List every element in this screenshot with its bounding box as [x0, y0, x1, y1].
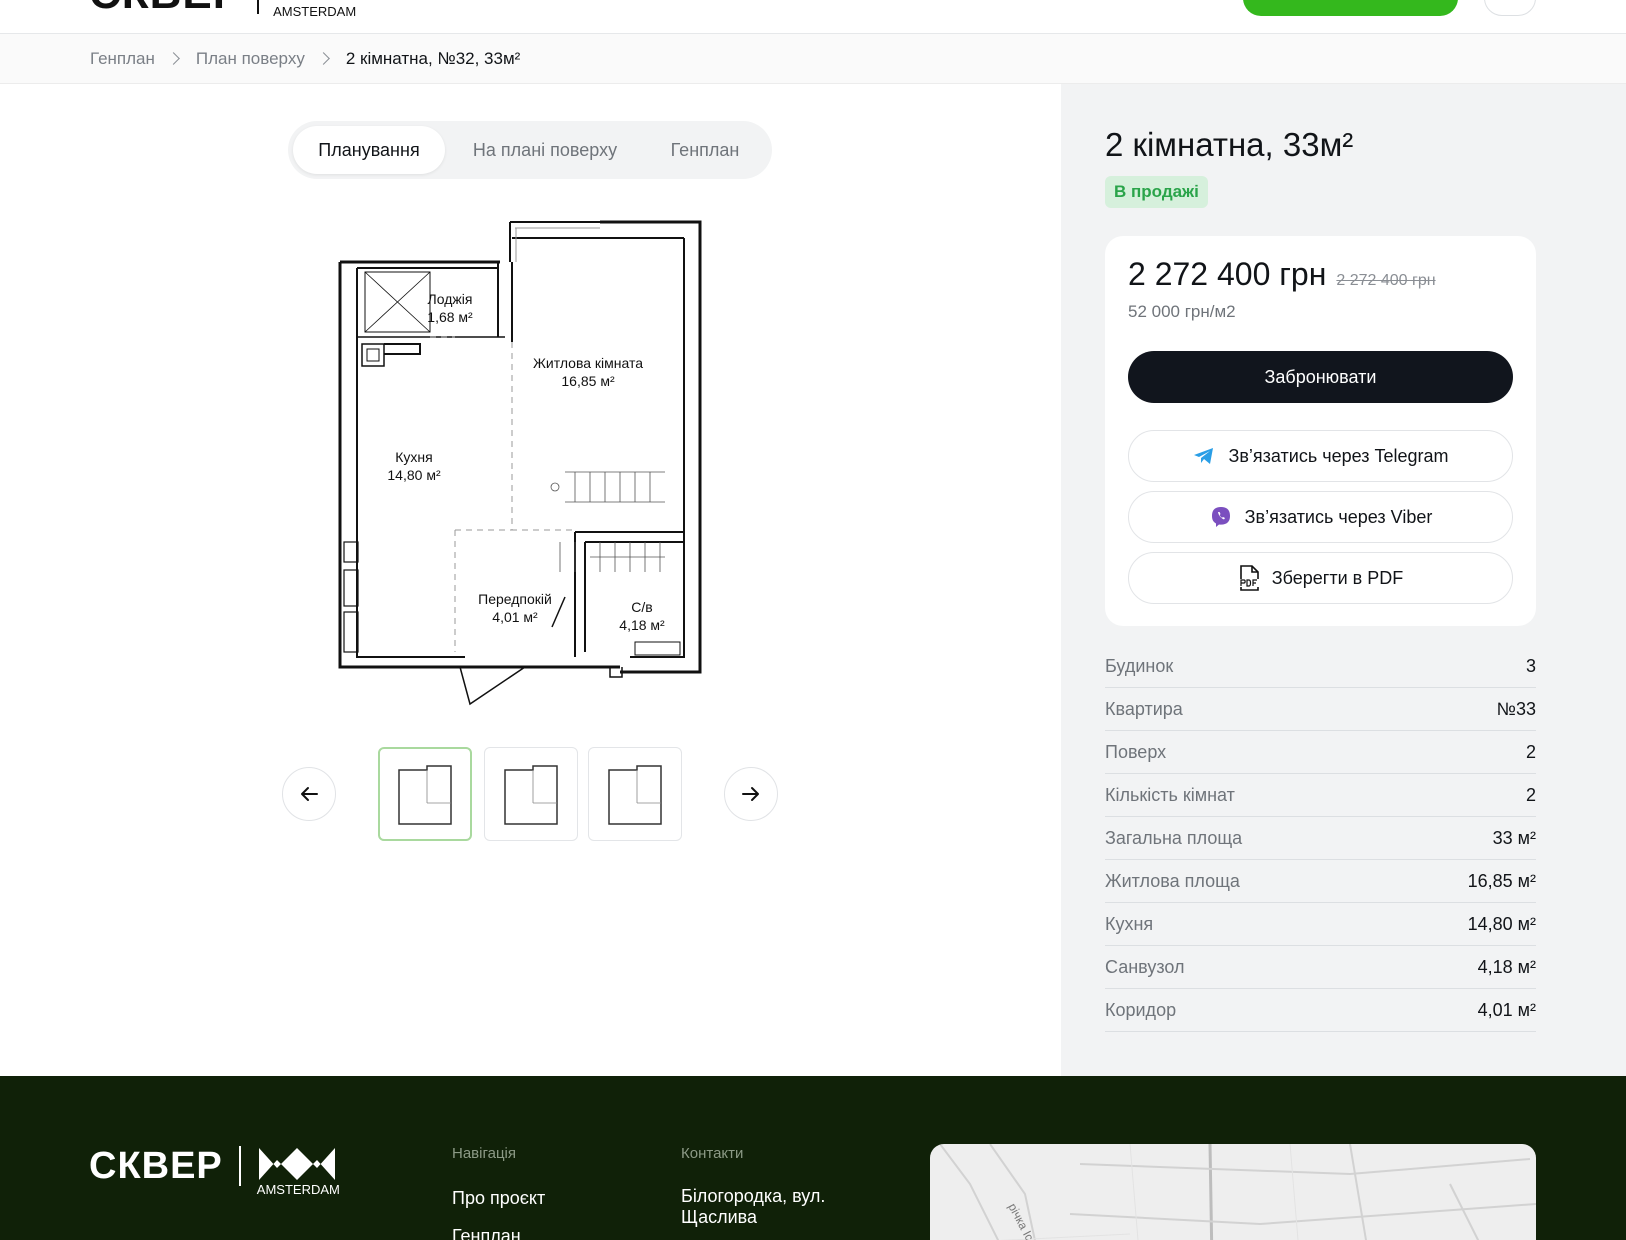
chevron-right-icon	[316, 52, 330, 65]
spec-label: Житлова площа	[1105, 870, 1240, 891]
viber-icon	[1209, 505, 1233, 529]
plan-room-name-loggia: Лоджія	[428, 291, 473, 307]
plan-room-area-kitchen: 14,80 м²	[387, 467, 441, 483]
gallery-thumbnail-2[interactable]	[484, 747, 578, 841]
spec-label: Санвузол	[1105, 956, 1185, 977]
spec-value: 33 м²	[1492, 827, 1536, 848]
spec-label: Кухня	[1105, 913, 1154, 934]
book-button[interactable]: Забронювати	[1128, 351, 1513, 403]
spec-row-total-area: Загальна площа 33 м²	[1105, 817, 1536, 860]
plan-room-name-hallway: Передпокій	[478, 591, 552, 607]
specs-list: Будинок 3 Квартира №33 Поверх 2 Кількість к…	[1105, 645, 1536, 1032]
viber-contact-button[interactable]: Зв’язатись через Viber	[1128, 491, 1513, 543]
gallery-prev-button[interactable]	[282, 767, 336, 821]
logo-subtitle: AMSTERDAM	[273, 4, 357, 19]
gallery-thumbnail-1[interactable]	[378, 747, 472, 841]
price-block: 2 272 400 грн 2 272 400 грн	[1128, 256, 1436, 293]
status-badge: В продажі	[1105, 176, 1208, 208]
spec-value: 2	[1525, 784, 1536, 805]
location-map[interactable]: річка Іс	[930, 1144, 1536, 1240]
logo-wordmark: СКВЕР	[89, 0, 243, 16]
floorplan-thumbnail-image	[398, 765, 452, 825]
footer-address-line-2: Щаслива	[681, 1207, 758, 1227]
arrow-left-icon	[301, 787, 318, 801]
spec-label: Будинок	[1105, 655, 1174, 676]
plan-room-name-bathroom: С/в	[631, 599, 652, 615]
plan-room-area-loggia: 1,68 м²	[427, 309, 473, 325]
footer-nav-heading: Навігація	[452, 1145, 517, 1162]
logo-divider	[257, 0, 260, 14]
map-image: річка Іс	[939, 1144, 1536, 1240]
footer-address-line-1: Білогородка, вул.	[681, 1186, 826, 1206]
breadcrumb-item-genplan[interactable]: Генплан	[90, 49, 155, 69]
plan-room-name-kitchen: Кухня	[395, 449, 432, 465]
spec-row-living-area: Житлова площа 16,85 м²	[1105, 860, 1536, 903]
spec-label: Загальна площа	[1105, 827, 1243, 848]
save-pdf-button-label: Зберегти в PDF	[1271, 567, 1404, 588]
footer-link-about[interactable]: Про проєкт	[452, 1188, 545, 1209]
listing-title: 2 кімнатна, 33м²	[1105, 126, 1354, 163]
tab-genplan[interactable]: Генплан	[645, 126, 765, 174]
viber-button-label: Зв’язатись через Viber	[1244, 506, 1433, 527]
spec-row-kitchen: Кухня 14,80 м²	[1105, 903, 1536, 946]
spec-row-apartment: Квартира №33	[1105, 688, 1536, 731]
footer-logo-wordmark: СКВЕР	[89, 1145, 223, 1187]
spec-row-floor: Поверх 2	[1105, 731, 1536, 774]
footer-logo-divider	[238, 1146, 241, 1186]
map-river-label: річка Іс	[1005, 1201, 1036, 1240]
spec-value: 3	[1525, 655, 1536, 676]
telegram-contact-button[interactable]: Зв’язатись через Telegram	[1128, 430, 1513, 482]
plan-room-area-living: 16,85 м²	[561, 373, 615, 389]
spec-value: 2	[1525, 741, 1536, 762]
view-tabs: Планування На плані поверху Генплан	[288, 121, 772, 179]
spec-value: №33	[1496, 698, 1536, 719]
header-menu-button[interactable]	[1484, 0, 1536, 16]
gallery-thumbnail-3[interactable]	[588, 747, 682, 841]
spec-row-rooms: Кількість кімнат 2	[1105, 774, 1536, 817]
footer-link-genplan[interactable]: Генплан	[452, 1226, 521, 1240]
telegram-button-label: Зв’язатись через Telegram	[1228, 445, 1449, 466]
plan-room-area-hallway: 4,01 м²	[492, 609, 538, 625]
spec-row-bathroom: Санвузол 4,18 м²	[1105, 946, 1536, 989]
breadcrumb-item-current: 2 кімнатна, №32, 33м²	[345, 48, 521, 68]
spec-value: 16,85 м²	[1467, 870, 1536, 891]
telegram-icon	[1192, 446, 1216, 466]
spec-value: 14,80 м²	[1467, 913, 1536, 934]
spec-value: 4,18 м²	[1477, 956, 1536, 977]
floorplan-thumbnail-image	[608, 765, 662, 825]
spec-label: Коридор	[1105, 999, 1177, 1020]
spec-row-building: Будинок 3	[1105, 645, 1536, 688]
footer-contacts-heading: Контакти	[681, 1145, 744, 1162]
spec-label: Кількість кімнат	[1105, 784, 1235, 805]
price-per-m2: 52 000 грн/м2	[1128, 302, 1236, 321]
breadcrumb: Генплан План поверху 2 кімнатна, №32, 33…	[0, 34, 1626, 84]
arrow-right-icon	[742, 787, 759, 801]
floorplan-image: Лоджія 1,68 м² Житлова кімната 16,85 м² …	[338, 220, 702, 706]
plan-room-area-bathroom: 4,18 м²	[619, 617, 665, 633]
price-card: 2 272 400 грн 2 272 400 грн 52 000 грн/м…	[1105, 236, 1536, 626]
header-cta-button[interactable]	[1243, 0, 1458, 16]
tab-layout[interactable]: Планування	[293, 126, 445, 174]
footer-logo[interactable]: СКВЕР AMSTERDAM	[89, 1146, 340, 1197]
current-price: 2 272 400 грн	[1128, 256, 1327, 292]
spec-value: 4,01 м²	[1477, 999, 1536, 1020]
footer-logo-subtitle: AMSTERDAM	[256, 1182, 340, 1197]
tab-on-floor-plan[interactable]: На плані поверху	[445, 126, 645, 174]
site-header: СКВЕР AMSTERDAM	[0, 0, 1626, 34]
pdf-icon	[1238, 565, 1260, 591]
gallery-next-button[interactable]	[724, 767, 778, 821]
old-price: 2 272 400 грн	[1336, 272, 1436, 289]
breadcrumb-item-floor-plan[interactable]: План поверху	[196, 49, 305, 69]
spec-label: Поверх	[1105, 741, 1167, 762]
header-logo[interactable]: СКВЕР AMSTERDAM	[89, 0, 356, 19]
spec-row-corridor: Коридор 4,01 м²	[1105, 989, 1536, 1032]
chevron-right-icon	[167, 52, 180, 65]
floorplan-thumbnail-image	[504, 765, 558, 825]
spec-label: Квартира	[1105, 698, 1183, 719]
plan-room-name-living: Житлова кімната	[533, 355, 643, 371]
amsterdam-logo-icon	[258, 1148, 335, 1180]
footer-logo-mark: AMSTERDAM	[257, 1146, 340, 1197]
save-pdf-button[interactable]: Зберегти в PDF	[1128, 552, 1513, 604]
